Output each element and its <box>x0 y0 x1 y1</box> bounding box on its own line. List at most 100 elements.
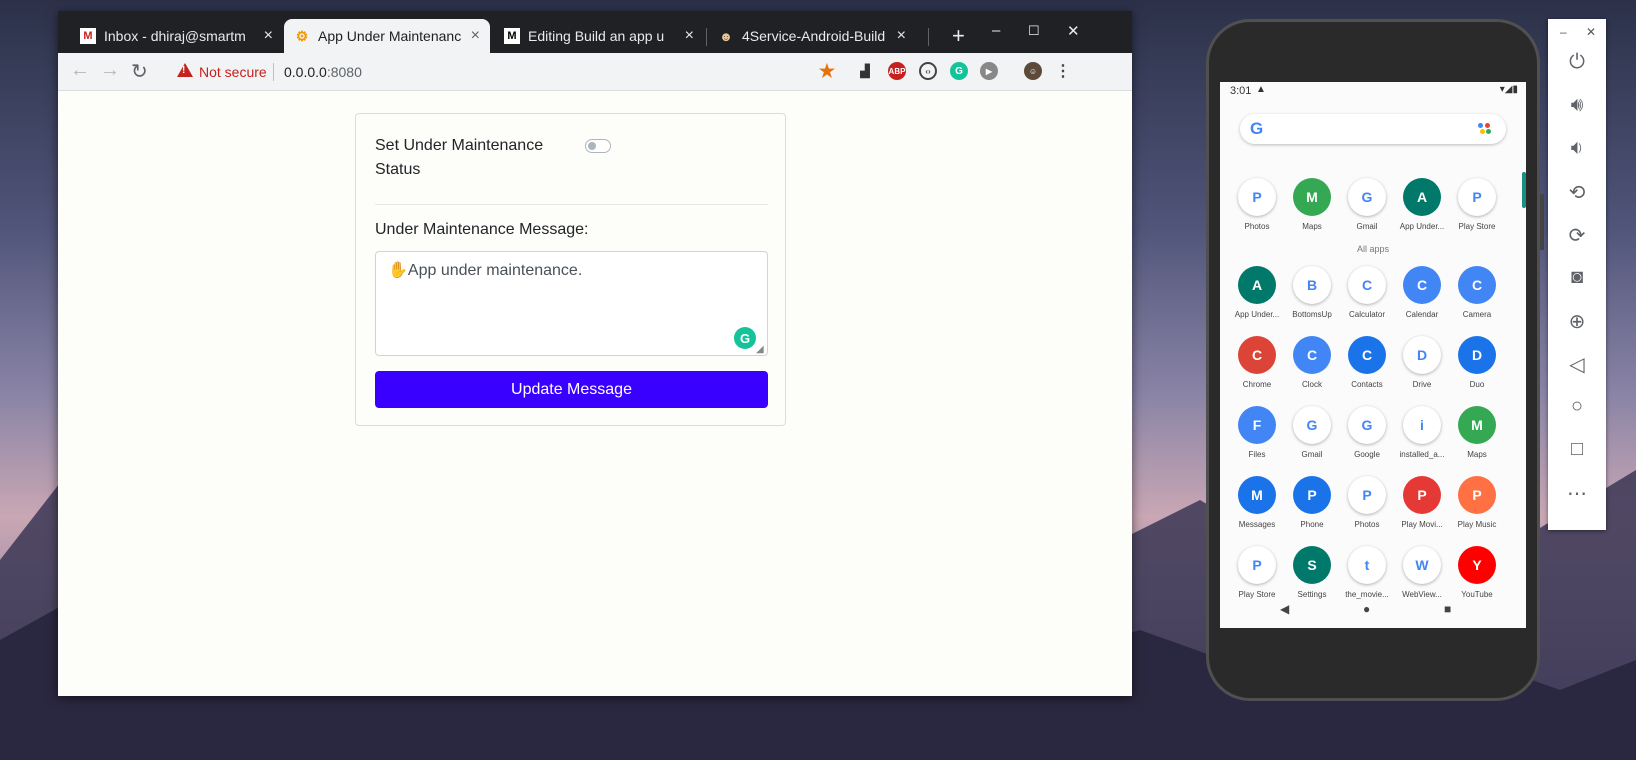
app-icon-button[interactable]: C Chrome <box>1227 336 1287 389</box>
close-window-button[interactable]: ✕ <box>1067 22 1080 40</box>
close-tab-icon[interactable]: × <box>264 27 273 45</box>
volume-up-icon[interactable]: 🔊︎ <box>1548 94 1606 117</box>
status-label: Set Under Maintenance Status <box>375 137 544 178</box>
minimize-button[interactable]: – <box>992 22 1000 39</box>
tab-inbox[interactable]: M Inbox - dhiraj@smartm × <box>70 19 283 53</box>
scrollbar[interactable] <box>1522 172 1526 208</box>
app-icon-button[interactable]: S Settings <box>1282 546 1342 599</box>
power-icon[interactable]: ⏻ <box>1548 51 1606 74</box>
update-message-button[interactable]: Update Message <box>375 371 768 408</box>
url-host: 0.0.0.0 <box>284 64 327 80</box>
app-icon-button[interactable]: P Play Movi... <box>1392 476 1452 529</box>
app-icon-button[interactable]: C Camera <box>1447 266 1507 319</box>
app-icon-button[interactable]: G Gmail <box>1282 406 1342 459</box>
app-icon: P <box>1403 476 1441 514</box>
grammarly-icon[interactable]: G <box>950 62 968 80</box>
app-icon-button[interactable]: D Drive <box>1392 336 1452 389</box>
app-icon-button[interactable]: M Maps <box>1282 178 1342 231</box>
grammarly-icon[interactable]: G <box>734 327 756 349</box>
app-icon-button[interactable]: C Calculator <box>1337 266 1397 319</box>
close-tab-icon[interactable]: × <box>471 27 480 45</box>
app-icon: A <box>1403 178 1441 216</box>
app-icon-button[interactable]: G Gmail <box>1337 178 1397 231</box>
message-textarea[interactable] <box>375 251 768 356</box>
app-icon-button[interactable]: A App Under... <box>1392 178 1452 231</box>
app-icon-button[interactable]: A App Under... <box>1227 266 1287 319</box>
app-label: Google <box>1354 450 1380 459</box>
app-icon-button[interactable]: G Google <box>1337 406 1397 459</box>
phone-side-button <box>1540 194 1544 250</box>
app-icon-button[interactable]: P Phone <box>1282 476 1342 529</box>
google-search-bar[interactable]: G <box>1240 114 1506 144</box>
volume-down-icon[interactable]: 🔉︎ <box>1548 137 1606 160</box>
media-icon[interactable]: ▶ <box>980 62 998 80</box>
code-icon[interactable]: ‹› <box>919 62 937 80</box>
warning-mark: ! <box>182 65 186 76</box>
flutter-gear-icon: ⚙ <box>295 27 309 44</box>
screenshot-icon[interactable]: ◙ <box>1548 266 1606 289</box>
rotate-left-icon[interactable]: ⟲ <box>1548 180 1606 205</box>
overview-icon[interactable]: ■ <box>1444 602 1451 616</box>
app-icon-button[interactable]: C Clock <box>1282 336 1342 389</box>
panel-minimize-button[interactable]: – <box>1560 25 1567 39</box>
app-icon-button[interactable]: M Messages <box>1227 476 1287 529</box>
app-icon-button[interactable]: P Play Store <box>1227 546 1287 599</box>
tab-medium-editing[interactable]: M Editing Build an app u × <box>494 19 704 53</box>
app-icon-button[interactable]: P Photos <box>1227 178 1287 231</box>
app-icon-button[interactable]: Y YouTube <box>1447 546 1507 599</box>
app-icon: F <box>1238 406 1276 444</box>
app-icon-button[interactable]: i installed_a... <box>1392 406 1452 459</box>
app-label: Drive <box>1412 380 1432 389</box>
home-icon[interactable]: ○ <box>1548 395 1606 418</box>
resize-handle-icon[interactable]: ◢ <box>756 344 764 355</box>
rotate-right-icon[interactable]: ⟳ <box>1548 223 1606 248</box>
app-label: Clock <box>1301 380 1322 389</box>
app-icon-button[interactable]: C Contacts <box>1337 336 1397 389</box>
tab-title: Inbox - dhiraj@smartm <box>104 28 246 44</box>
app-icon-button[interactable]: P Photos <box>1337 476 1397 529</box>
app-icon-button[interactable]: C Calendar <box>1392 266 1452 319</box>
address-bar[interactable]: 0.0.0.0:8080 <box>284 64 362 80</box>
forward-button[interactable]: → <box>100 59 120 82</box>
app-icon-button[interactable]: t the_movie... <box>1337 546 1397 599</box>
tab-app-under-maintenance[interactable]: ⚙ App Under Maintenanc × <box>284 19 490 53</box>
back-button[interactable]: ← <box>70 59 90 82</box>
reload-button[interactable]: ↻ <box>131 59 148 84</box>
app-label: Settings <box>1297 590 1327 599</box>
security-indicator[interactable]: Not secure <box>199 64 267 80</box>
zoom-icon[interactable]: ⊕ <box>1548 309 1606 334</box>
app-label: Camera <box>1462 310 1492 319</box>
url-separator <box>273 63 274 81</box>
new-tab-button[interactable]: + <box>952 23 965 49</box>
status-time: 3:01 <box>1230 85 1252 97</box>
close-tab-icon[interactable]: × <box>685 27 694 45</box>
profile-avatar-icon[interactable]: ☺ <box>1024 62 1042 80</box>
app-icon-button[interactable]: W WebView... <box>1392 546 1452 599</box>
panel-close-button[interactable]: ✕ <box>1586 25 1596 39</box>
app-icon-button[interactable]: P Play Music <box>1447 476 1507 529</box>
assistant-icon[interactable] <box>1478 123 1492 135</box>
back-icon[interactable]: ◁ <box>1548 352 1606 377</box>
tab-separator <box>928 28 929 46</box>
phone-status-bar: 3:01 ▲ ▾◢▮ <box>1220 82 1526 100</box>
adblock-plus-icon[interactable]: ABP <box>888 62 906 80</box>
app-icon-button[interactable]: D Duo <box>1447 336 1507 389</box>
more-icon[interactable]: ⋯ <box>1548 481 1606 506</box>
menu-icon[interactable]: ⋮ <box>1054 62 1072 80</box>
app-icon-button[interactable]: F Files <box>1227 406 1287 459</box>
jenkins-icon: ☻ <box>719 28 733 44</box>
app-icon-button[interactable]: P Play Store <box>1447 178 1507 231</box>
maintenance-status-toggle[interactable] <box>585 139 611 153</box>
bookmark-star-icon[interactable]: ★ <box>818 61 836 81</box>
tab-jenkins[interactable]: ☻ 4Service-Android-Build × <box>708 19 916 53</box>
app-icon-button[interactable]: M Maps <box>1447 406 1507 459</box>
back-icon[interactable]: ◀ <box>1280 602 1289 616</box>
home-icon[interactable]: ● <box>1363 602 1370 616</box>
maximize-button[interactable]: ☐ <box>1028 23 1040 39</box>
app-label: Chrome <box>1242 380 1272 389</box>
app-icon: P <box>1238 546 1276 584</box>
close-tab-icon[interactable]: × <box>897 27 906 45</box>
extension-icon[interactable]: ▟ <box>856 62 874 80</box>
overview-icon[interactable]: □ <box>1548 438 1606 461</box>
app-icon-button[interactable]: B BottomsUp <box>1282 266 1342 319</box>
